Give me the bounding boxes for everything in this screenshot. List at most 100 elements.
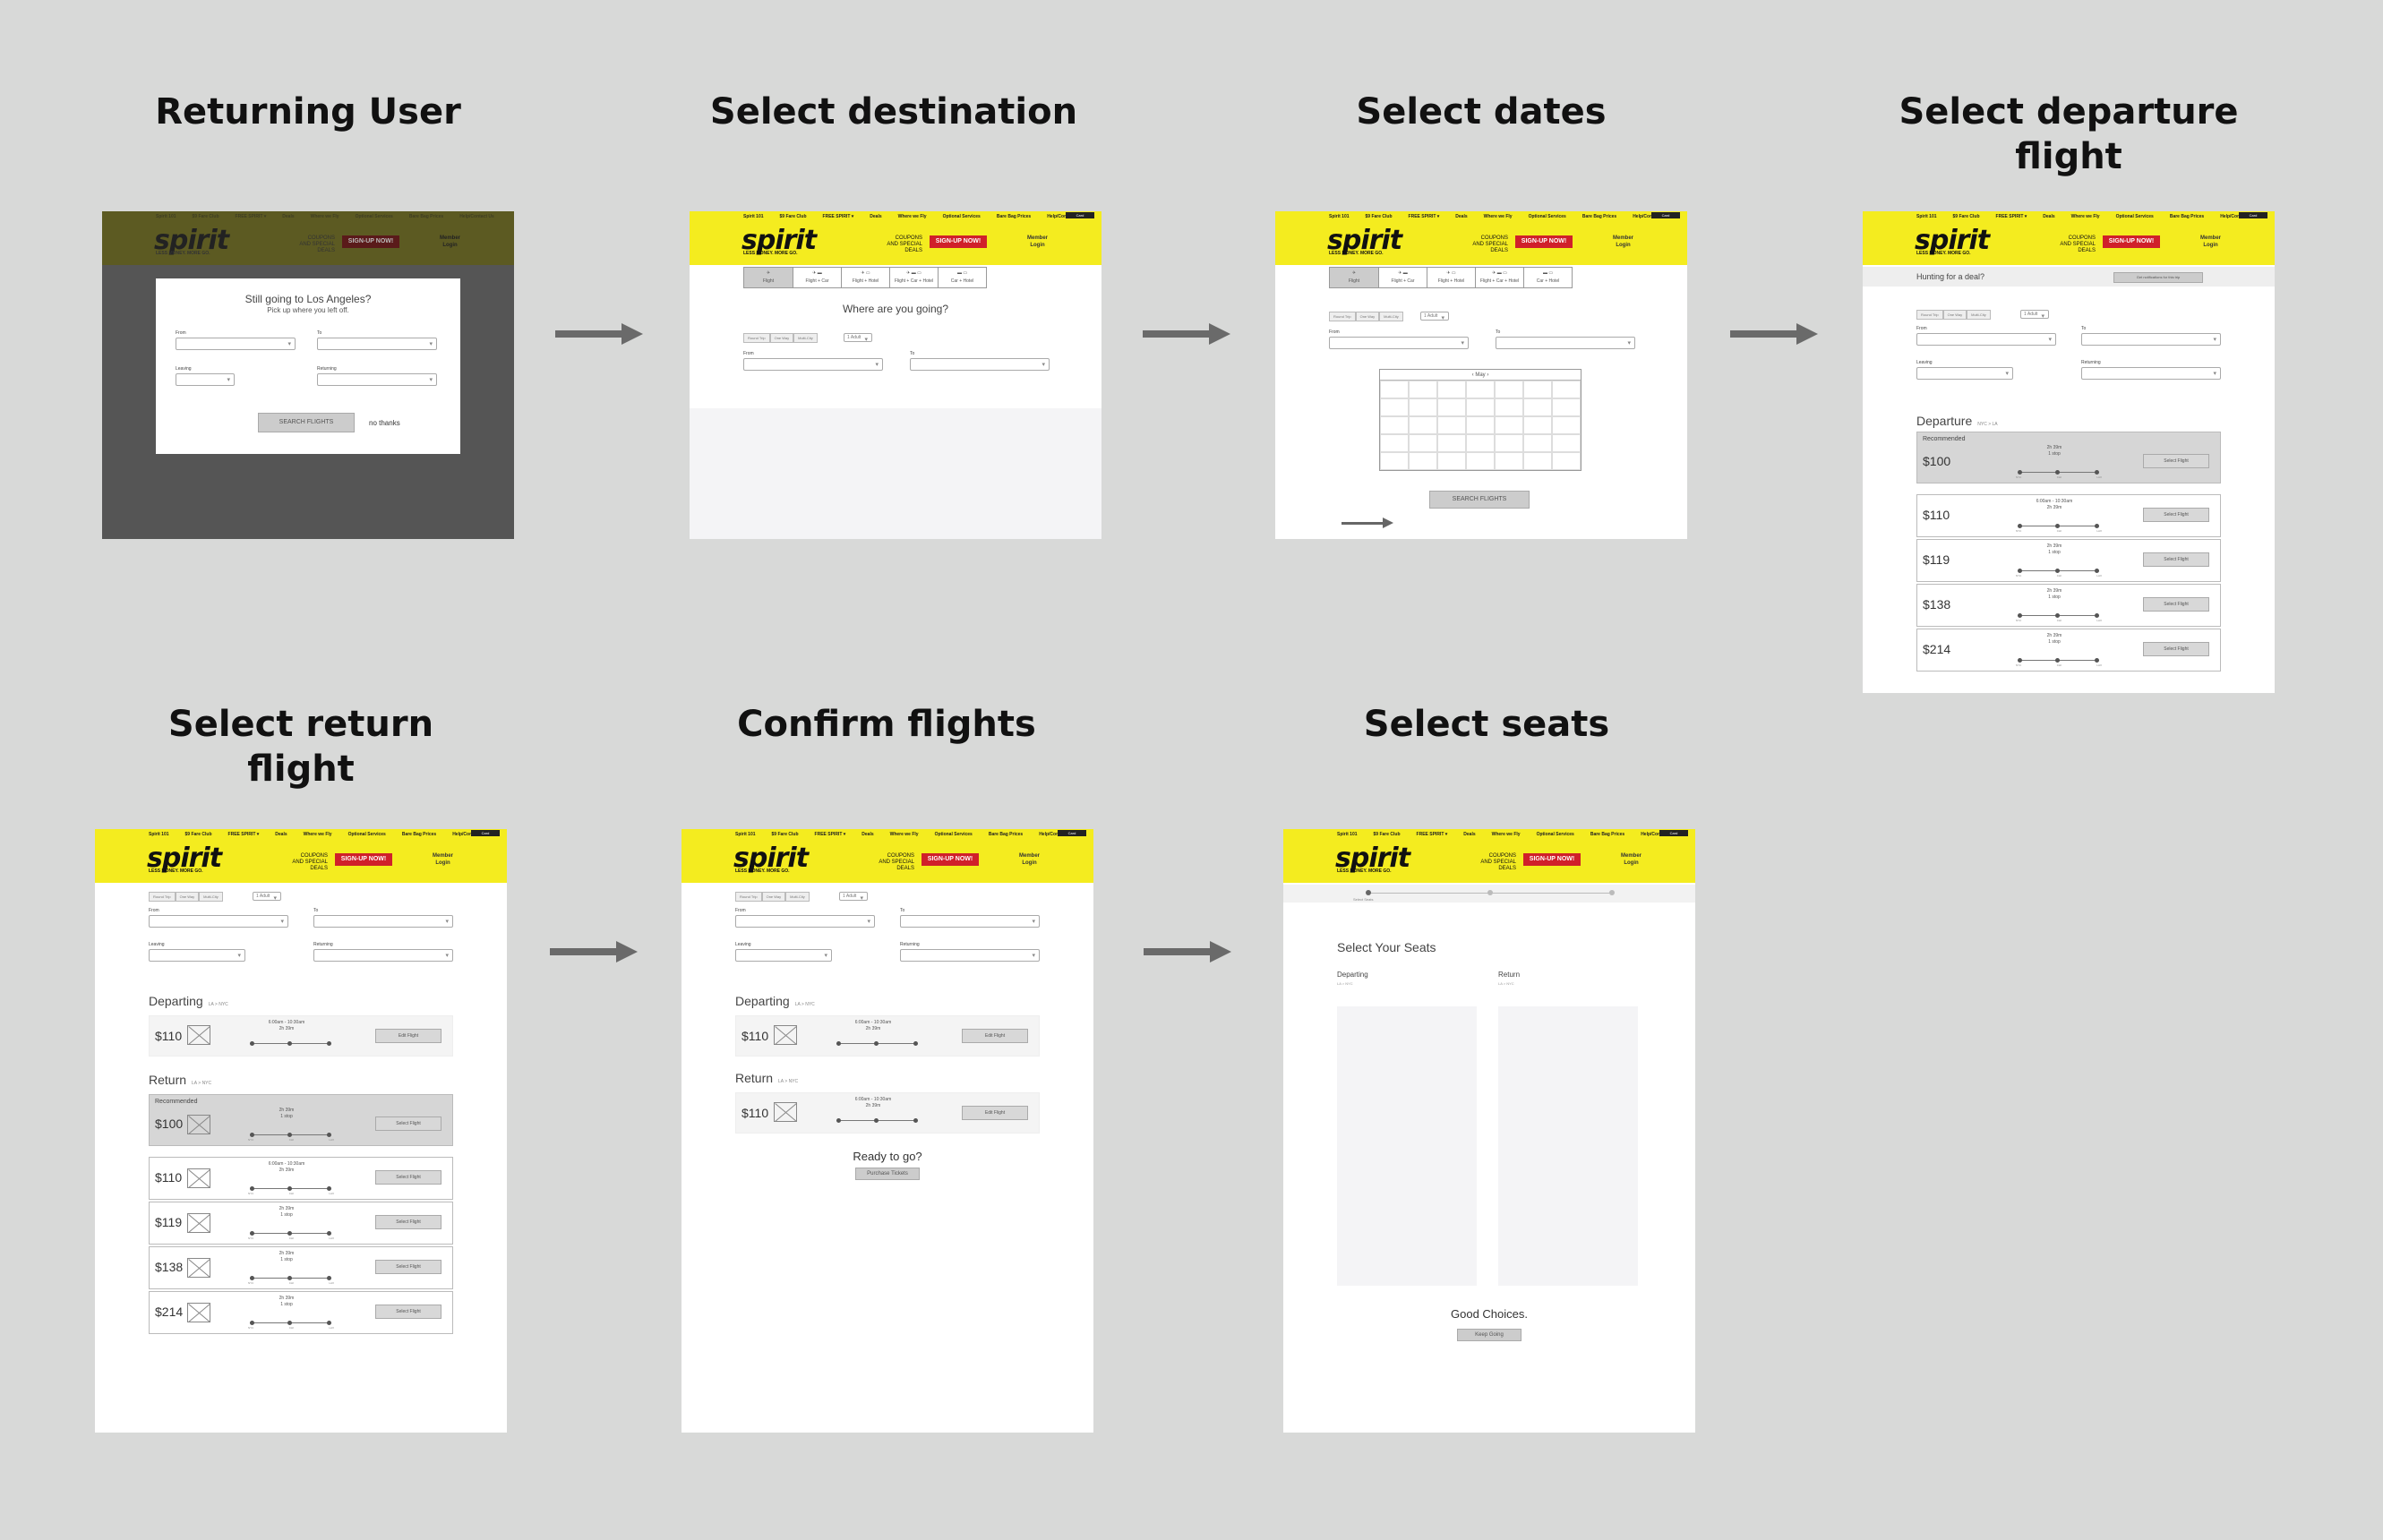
select-flight-button[interactable]: Select Flight bbox=[2143, 597, 2209, 612]
member-login[interactable]: Member Login bbox=[1613, 235, 1633, 249]
signup-button[interactable]: SIGN-UP NOW! bbox=[2103, 235, 2160, 248]
member-login[interactable]: Member Login bbox=[2200, 235, 2221, 249]
nav-link[interactable]: Where we Fly bbox=[898, 214, 927, 219]
trip-option[interactable]: Round Trip bbox=[1329, 312, 1356, 321]
nav-link[interactable]: Deals bbox=[1463, 832, 1475, 837]
nav-link[interactable]: Bare Bag Prices bbox=[402, 832, 436, 837]
signup-button[interactable]: SIGN-UP NOW! bbox=[1515, 235, 1573, 248]
member-login[interactable]: Member Login bbox=[433, 852, 453, 867]
nav-link[interactable]: FREE SPIRIT ▾ bbox=[1417, 832, 1448, 837]
trip-option[interactable]: Multi-City bbox=[1379, 312, 1403, 321]
search-flights-button[interactable]: SEARCH FLIGHTS bbox=[258, 413, 355, 432]
tab-flight-car-hotel[interactable]: ✈ ▬ ▭ Flight + Car + Hotel bbox=[889, 268, 938, 287]
passenger-select[interactable]: 1 Adult bbox=[1420, 312, 1449, 321]
trip-type-toggle[interactable]: Round Trip One Way Multi-City bbox=[743, 333, 818, 343]
nav-link[interactable]: Spirit 101 bbox=[1329, 214, 1350, 219]
passenger-select[interactable]: 1 Adult bbox=[839, 892, 868, 902]
tab-flight[interactable]: ✈ Flight bbox=[744, 268, 793, 287]
cobrand-badge[interactable]: Card bbox=[1058, 830, 1086, 836]
nav-link[interactable]: Optional Services bbox=[348, 832, 386, 837]
nav-link[interactable]: Bare Bag Prices bbox=[1590, 832, 1624, 837]
leaving-select[interactable] bbox=[149, 949, 245, 962]
nav-link[interactable]: $9 Fare Club bbox=[780, 214, 807, 219]
nav-link[interactable]: Deals bbox=[861, 832, 873, 837]
select-flight-button[interactable]: Select Flight bbox=[2143, 508, 2209, 522]
member-login[interactable]: Member Login bbox=[440, 235, 460, 249]
nav-link[interactable]: Where we Fly bbox=[304, 832, 332, 837]
cobrand-badge[interactable]: Card bbox=[2239, 212, 2267, 218]
tab-flight-hotel[interactable]: ✈ ▭ Flight + Hotel bbox=[841, 268, 889, 287]
nav-link[interactable]: Deals bbox=[275, 832, 287, 837]
nav-link[interactable]: Deals bbox=[870, 214, 881, 219]
trip-option[interactable]: Round Trip bbox=[149, 892, 176, 902]
trip-option[interactable]: Multi-City bbox=[199, 892, 223, 902]
trip-option[interactable]: Round Trip bbox=[743, 333, 770, 343]
to-select[interactable] bbox=[313, 915, 453, 928]
nav-link[interactable]: Optional Services bbox=[1537, 832, 1574, 837]
nav-link[interactable]: $9 Fare Club bbox=[193, 214, 219, 219]
select-flight-button[interactable]: Select Flight bbox=[2143, 642, 2209, 656]
returning-select[interactable] bbox=[2081, 367, 2221, 380]
step-dot[interactable] bbox=[1487, 890, 1493, 895]
login-link[interactable]: Login bbox=[440, 242, 460, 249]
cobrand-badge[interactable]: Card bbox=[1066, 212, 1094, 218]
nav-link[interactable]: $9 Fare Club bbox=[185, 832, 212, 837]
nav-link[interactable]: FREE SPIRIT ▾ bbox=[815, 832, 846, 837]
nav-link[interactable]: Help/Contact Us bbox=[459, 214, 494, 219]
nav-link[interactable]: $9 Fare Club bbox=[1953, 214, 1980, 219]
leaving-select[interactable] bbox=[176, 373, 235, 386]
returning-select[interactable] bbox=[900, 949, 1040, 962]
nav-link[interactable]: Bare Bag Prices bbox=[997, 214, 1031, 219]
to-select[interactable] bbox=[317, 338, 437, 350]
cobrand-badge[interactable]: Card bbox=[1651, 212, 1680, 218]
member-login[interactable]: Member Login bbox=[1621, 852, 1642, 867]
no-thanks-link[interactable]: no thanks bbox=[369, 419, 400, 427]
edit-flight-button[interactable]: Edit Flight bbox=[375, 1029, 441, 1043]
from-select[interactable] bbox=[149, 915, 288, 928]
nav-link[interactable]: Spirit 101 bbox=[156, 214, 176, 219]
nav-link[interactable]: $9 Fare Club bbox=[1374, 832, 1401, 837]
nav-link[interactable]: Where we Fly bbox=[890, 832, 919, 837]
return-seat-map[interactable] bbox=[1498, 1006, 1638, 1286]
select-flight-button[interactable]: Select Flight bbox=[2143, 552, 2209, 567]
nav-link[interactable]: Spirit 101 bbox=[1916, 214, 1937, 219]
nav-link[interactable]: Spirit 101 bbox=[149, 832, 169, 837]
signup-button[interactable]: SIGN-UP NOW! bbox=[1523, 853, 1581, 866]
signup-button[interactable]: SIGN-UP NOW! bbox=[921, 853, 979, 866]
nav-link[interactable]: Where we Fly bbox=[2071, 214, 2100, 219]
login-link[interactable]: Login bbox=[1613, 242, 1633, 249]
member-login[interactable]: Member Login bbox=[1027, 235, 1048, 249]
trip-option[interactable]: One Way bbox=[1355, 312, 1380, 321]
search-flights-button[interactable]: SEARCH FLIGHTS bbox=[1429, 491, 1530, 509]
trip-option[interactable]: Multi-City bbox=[793, 333, 818, 343]
nav-link[interactable]: FREE SPIRIT ▾ bbox=[1409, 214, 1440, 219]
nav-link[interactable]: Spirit 101 bbox=[735, 832, 756, 837]
trip-type-toggle[interactable]: Round Trip One Way Multi-City bbox=[735, 892, 810, 902]
login-link[interactable]: Login bbox=[433, 860, 453, 867]
trip-option[interactable]: Round Trip bbox=[735, 892, 762, 902]
tab-car-hotel[interactable]: ▬ ▭ Car + Hotel bbox=[1523, 268, 1572, 287]
to-select[interactable] bbox=[910, 358, 1050, 371]
nav-link[interactable]: Bare Bag Prices bbox=[2170, 214, 2204, 219]
select-flight-button[interactable]: Select Flight bbox=[375, 1170, 441, 1185]
tab-flight[interactable]: ✈ Flight bbox=[1330, 268, 1378, 287]
step-dot-active[interactable] bbox=[1366, 890, 1371, 895]
nav-link[interactable]: Optional Services bbox=[943, 214, 981, 219]
from-select[interactable] bbox=[735, 915, 875, 928]
trip-option[interactable]: Round Trip bbox=[1916, 310, 1943, 320]
select-flight-button[interactable]: Select Flight bbox=[375, 1116, 441, 1131]
departing-seat-map[interactable] bbox=[1337, 1006, 1477, 1286]
trip-option[interactable]: Multi-City bbox=[785, 892, 810, 902]
edit-flight-button[interactable]: Edit Flight bbox=[962, 1106, 1028, 1120]
passenger-select[interactable]: 1 Adult bbox=[253, 892, 281, 902]
nav-link[interactable]: Where we Fly bbox=[311, 214, 339, 219]
nav-link[interactable]: Where we Fly bbox=[1484, 214, 1513, 219]
to-select[interactable] bbox=[1496, 337, 1635, 349]
select-flight-button[interactable]: Select Flight bbox=[2143, 454, 2209, 468]
trip-type-toggle[interactable]: Round Trip One Way Multi-City bbox=[149, 892, 223, 902]
nav-link[interactable]: Deals bbox=[282, 214, 294, 219]
from-select[interactable] bbox=[176, 338, 296, 350]
nav-link[interactable]: Bare Bag Prices bbox=[409, 214, 443, 219]
leaving-select[interactable] bbox=[735, 949, 832, 962]
signup-button[interactable]: SIGN-UP NOW! bbox=[342, 235, 399, 248]
